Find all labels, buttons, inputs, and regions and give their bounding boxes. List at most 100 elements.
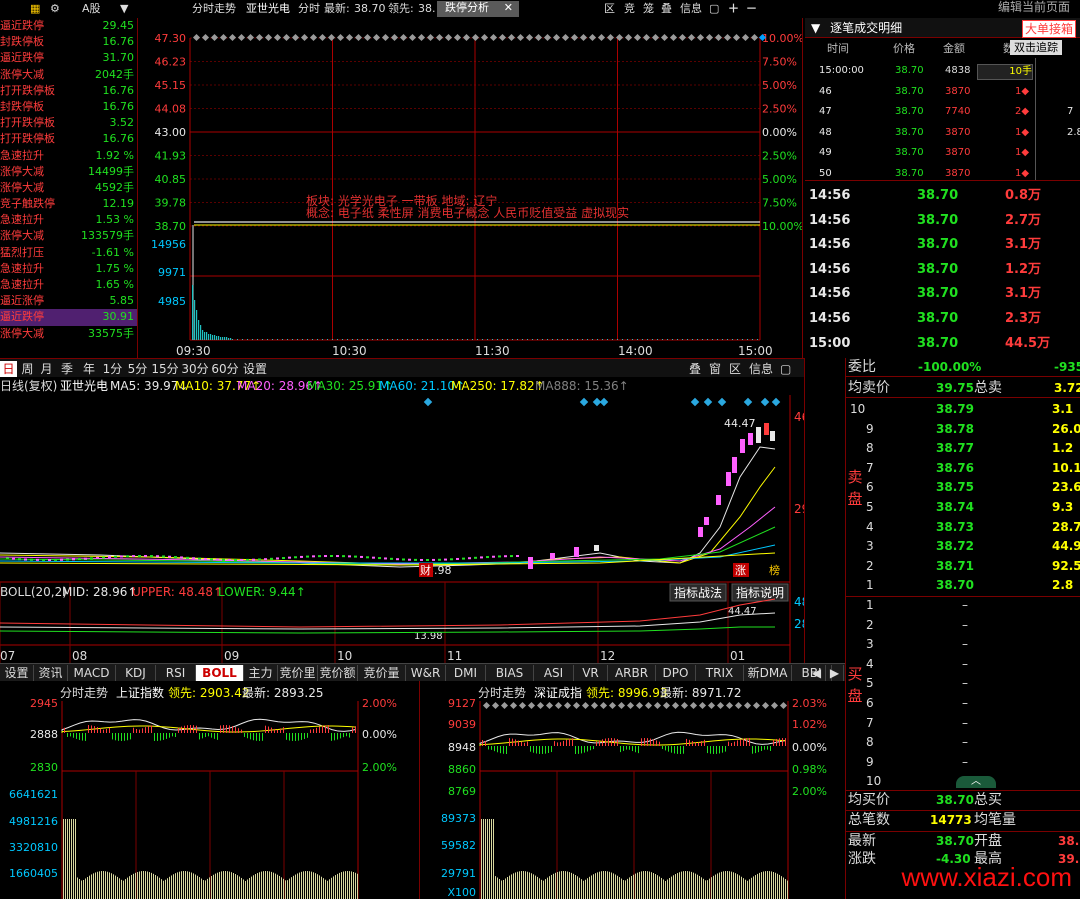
tool-zone[interactable]: 区 (604, 2, 615, 16)
period-5[interactable]: 1分 (101, 361, 124, 377)
bid-row[interactable]: 3– (846, 635, 1080, 654)
edit-page-link[interactable]: 编辑当前页面 (998, 0, 1070, 14)
chevron-down-icon[interactable]: ▼ (120, 2, 128, 16)
list-item[interactable]: 涨停大减 33575手 (0, 326, 137, 342)
ask-row[interactable]: 4 38.73 28.7 (846, 518, 1080, 537)
list-item[interactable]: 涨停大减 4592手 (0, 180, 137, 196)
market-select[interactable]: A股 (82, 2, 101, 16)
bid-row[interactable]: 9– (846, 753, 1080, 772)
tab-4[interactable]: RSI (156, 665, 196, 681)
period-7[interactable]: 15分 (151, 361, 179, 377)
tab-16[interactable]: DPO (656, 665, 696, 681)
bid-row[interactable]: 8– (846, 733, 1080, 752)
tab-18[interactable]: 新DMA (744, 665, 792, 681)
bid-row[interactable]: 7– (846, 714, 1080, 733)
tab-13[interactable]: ASI (534, 665, 574, 681)
shanghai-index-chart[interactable]: 分时走势 上证指数 领先: 2903.42 最新: 2893.25 2945 2888 28… (0, 681, 420, 899)
chevron-down-icon[interactable]: ▼ (811, 21, 820, 35)
list-item[interactable]: 急速拉升 1.53 % (0, 212, 137, 228)
period-8[interactable]: 30分 (181, 361, 209, 377)
bid-row[interactable]: 5– (846, 674, 1080, 693)
tool-info[interactable]: 信息 (680, 2, 702, 16)
list-item[interactable]: 逼近跌停 30.91 (0, 309, 137, 326)
tab-0[interactable]: 设置 (0, 665, 34, 681)
intraday-chart[interactable]: 47.30 10.00% 46.23 7.50% 45.15 5.00% 44.08 2.50… (138, 18, 803, 358)
list-item[interactable]: 打开跌停板 16.76 (0, 131, 137, 147)
list-item[interactable]: 封跌停板 16.76 (0, 99, 137, 115)
bid-row[interactable]: 4– (846, 655, 1080, 674)
tab-3[interactable]: KDJ (116, 665, 156, 681)
minus-icon[interactable]: － (746, 2, 757, 16)
kline-tool-2[interactable]: 区 (729, 361, 741, 377)
list-item[interactable]: 打开跌停板 3.52 (0, 115, 137, 131)
window-icon[interactable]: ▢ (780, 361, 791, 377)
period-10[interactable]: 设置 (241, 361, 269, 377)
kline-tool-0[interactable]: 叠 (689, 361, 701, 377)
tab-12[interactable]: BIAS (486, 665, 534, 681)
list-item[interactable]: 打开跌停板 16.76 (0, 83, 137, 99)
chevron-right-icon[interactable]: ▶ (826, 665, 844, 681)
bid-row[interactable]: 1– (846, 596, 1080, 615)
window-icon[interactable]: ▢ (709, 2, 719, 16)
chevron-up-icon[interactable]: ︿ (956, 776, 996, 788)
tab-14[interactable]: VR (574, 665, 608, 681)
ask-row[interactable]: 9 38.78 26.0 (846, 420, 1080, 439)
period-3[interactable]: 季 (57, 361, 77, 377)
index-vol-bar (671, 876, 672, 899)
tool-cage[interactable]: 笼 (643, 2, 654, 16)
tab-15[interactable]: ARBR (608, 665, 656, 681)
tab-7[interactable]: 竞价里 (278, 665, 318, 681)
period-6[interactable]: 5分 (126, 361, 149, 377)
list-item[interactable]: 封跌停板 16.76 (0, 34, 137, 50)
grid-icon[interactable]: ▦ (30, 2, 40, 16)
list-item[interactable]: 竞子触跌停 12.19 (0, 196, 137, 212)
tool-overlay[interactable]: 叠 (661, 2, 672, 16)
chevron-left-icon[interactable]: ◀ (808, 665, 826, 681)
tab-10[interactable]: W&R (406, 665, 446, 681)
list-item[interactable]: 逼近跌停 29.45 (0, 18, 137, 34)
period-1[interactable]: 周 (19, 361, 36, 377)
period-2[interactable]: 月 (38, 361, 55, 377)
tab-8[interactable]: 竞价额 (318, 665, 358, 681)
plus-icon[interactable]: ＋ (728, 2, 739, 16)
kline-tool-3[interactable]: 信息 (749, 361, 773, 377)
list-item[interactable]: 急速拉升 1.92 % (0, 148, 137, 164)
list-item[interactable]: 逼近跌停 31.70 (0, 50, 137, 66)
tool-auction[interactable]: 竞 (624, 2, 635, 16)
gear-icon[interactable]: ⚙ (50, 2, 60, 16)
big-order-button[interactable]: 大单接箱 (1021, 20, 1076, 38)
tab-6[interactable]: 主力 (244, 665, 278, 681)
ask-row[interactable]: 10 38.79 3.1 (846, 400, 1080, 419)
close-icon[interactable]: ✕ (504, 1, 513, 15)
list-item[interactable]: 逼近涨停 5.85 (0, 293, 137, 309)
tab-9[interactable]: 竞价量比 (358, 665, 406, 681)
tab-2[interactable]: MACD (68, 665, 116, 681)
period-0[interactable]: 日 (0, 361, 17, 377)
kline-chart[interactable]: 日周月季年 1分 5分 15分 30分 60分 设置 叠窗区信息 ▢ 日线(复权) 亚世光电 MA5… (0, 358, 805, 663)
list-item[interactable]: 急速拉升 1.75 % (0, 261, 137, 277)
period-4[interactable]: 年 (79, 361, 99, 377)
kline-tool-1[interactable]: 窗 (709, 361, 721, 377)
tab-11[interactable]: DMI (446, 665, 486, 681)
ask-row[interactable]: 3 38.72 44.9 (846, 537, 1080, 556)
ask-row[interactable]: 8 38.77 1.2 (846, 439, 1080, 458)
tab-limit-down-analysis[interactable]: 跌停分析 ✕ (437, 1, 519, 17)
ask-row[interactable]: 7 38.76 10.1 (846, 459, 1080, 478)
list-item[interactable]: 涨停大减 14499手 (0, 164, 137, 180)
track-popup[interactable]: 双击追踪 (1010, 40, 1062, 55)
list-item[interactable]: 涨停大减 133579手 (0, 228, 137, 244)
ask-row[interactable]: 6 38.75 23.6 (846, 478, 1080, 497)
period-9[interactable]: 60分 (211, 361, 239, 377)
ask-row[interactable]: 2 38.71 92.5 (846, 557, 1080, 576)
list-item[interactable]: 涨停大减 2042手 (0, 67, 137, 83)
ask-row[interactable]: 1 38.70 2.8 (846, 576, 1080, 595)
list-item[interactable]: 猛烈打压 -1.61 % (0, 245, 137, 261)
tab-1[interactable]: 资讯 (34, 665, 68, 681)
bid-row[interactable]: 2– (846, 616, 1080, 635)
list-item[interactable]: 急速拉升 1.65 % (0, 277, 137, 293)
bid-row[interactable]: 6– (846, 694, 1080, 713)
tab-5[interactable]: BOLL (196, 665, 244, 681)
tab-17[interactable]: TRIX (696, 665, 744, 681)
ask-row[interactable]: 5 38.74 9.3 (846, 498, 1080, 517)
shenzhen-index-chart[interactable]: 分时走势 深证成指 领先: 8996.93 最新: 8971.72 9127 9039 89… (420, 681, 845, 899)
